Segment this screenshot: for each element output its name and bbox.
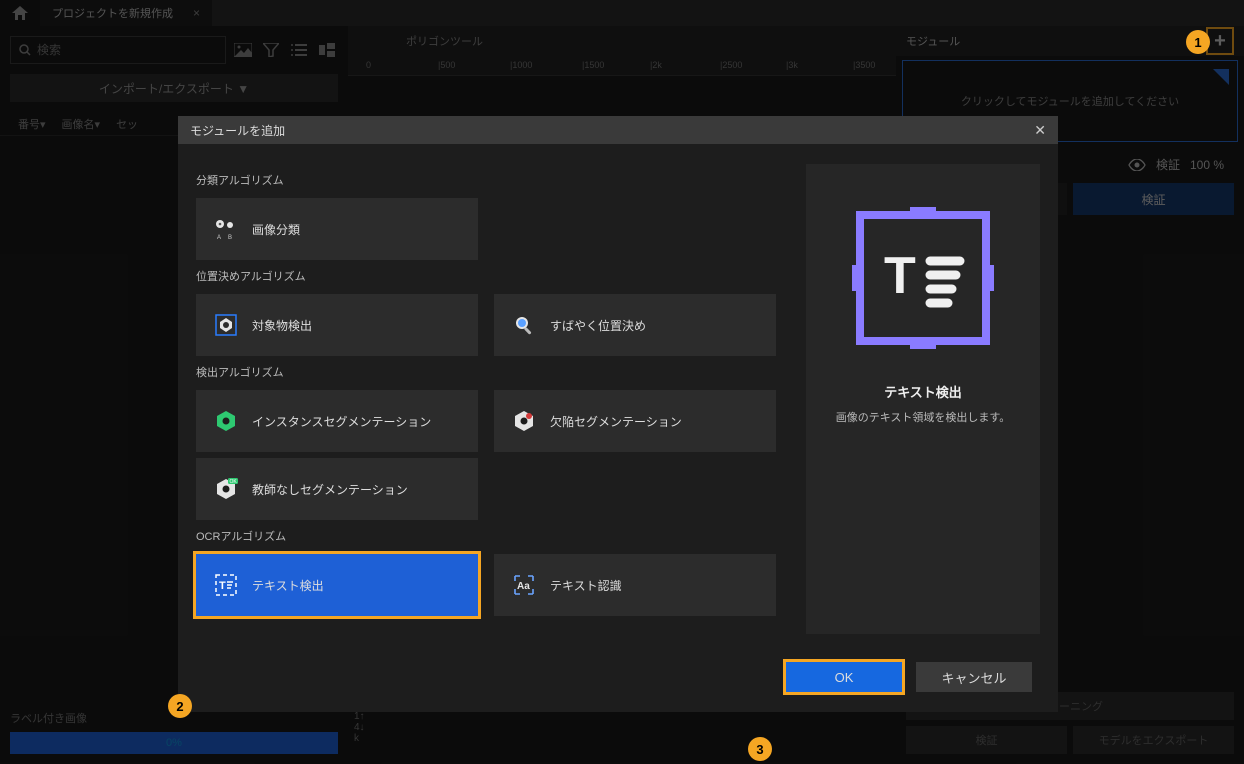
annotation-3: 3 (748, 737, 772, 761)
ok-button[interactable]: OK (786, 662, 902, 692)
card-label: すばやく位置決め (550, 317, 646, 334)
dialog-footer: OK キャンセル (178, 642, 1058, 712)
cancel-button[interactable]: キャンセル (916, 662, 1032, 692)
card-label: 画像分類 (252, 221, 300, 238)
annotation-1: 1 (1186, 30, 1210, 54)
card-defect-segmentation[interactable]: 欠陥セグメンテーション (494, 390, 776, 452)
preview-image: T (833, 188, 1013, 368)
text-recog-icon: Aa (510, 571, 538, 599)
svg-text:T: T (884, 247, 916, 305)
card-label: テキスト検出 (252, 577, 324, 594)
module-preview: T テキスト検出 画像のテキスト領域を検出します。 (806, 164, 1040, 634)
dialog-close-button[interactable]: ✕ (1034, 122, 1046, 139)
card-label: インスタンスセグメンテーション (252, 413, 431, 430)
screw-icon: AB (212, 215, 240, 243)
section-detection: 検出アルゴリズム (196, 364, 776, 380)
hex-defect-icon (510, 407, 538, 435)
svg-text:OK: OK (230, 479, 238, 485)
card-instance-segmentation[interactable]: インスタンスセグメンテーション (196, 390, 478, 452)
card-label: 教師なしセグメンテーション (252, 481, 408, 498)
card-image-classification[interactable]: AB 画像分類 (196, 198, 478, 260)
hex-ok-icon: OK (212, 475, 240, 503)
preview-description: 画像のテキスト領域を検出します。 (836, 409, 1011, 425)
dialog-body: 分類アルゴリズム AB 画像分類 位置決めアルゴリズム 対象物検出 (178, 144, 1058, 642)
card-unsupervised-segmentation[interactable]: OK 教師なしセグメンテーション (196, 458, 478, 520)
svg-text:A: A (217, 235, 221, 241)
svg-text:T: T (219, 580, 226, 592)
card-label: テキスト認識 (550, 577, 622, 594)
svg-text:B: B (228, 235, 232, 241)
hex-green-icon (212, 407, 240, 435)
section-positioning: 位置決めアルゴリズム (196, 268, 776, 284)
card-object-detection[interactable]: 対象物検出 (196, 294, 478, 356)
nut-detect-icon (212, 311, 240, 339)
svg-text:Aa: Aa (517, 581, 530, 592)
card-label: 欠陥セグメンテーション (550, 413, 682, 430)
preview-title: テキスト検出 (884, 382, 962, 401)
dialog-right-column: T テキスト検出 画像のテキスト領域を検出します。 (806, 164, 1040, 642)
section-ocr: OCRアルゴリズム (196, 528, 776, 544)
text-detect-icon: T (212, 571, 240, 599)
annotation-2: 2 (168, 694, 192, 718)
card-text-detection[interactable]: T テキスト検出 (196, 554, 478, 616)
magnifier-icon (510, 311, 538, 339)
dialog-left-column: 分類アルゴリズム AB 画像分類 位置決めアルゴリズム 対象物検出 (196, 164, 776, 642)
card-quick-positioning[interactable]: すばやく位置決め (494, 294, 776, 356)
add-module-dialog: モジュールを追加 ✕ 分類アルゴリズム AB 画像分類 位置決めアルゴリズム (178, 116, 1058, 712)
card-label: 対象物検出 (252, 317, 312, 334)
dialog-title: モジュールを追加 (190, 122, 285, 139)
dialog-titlebar: モジュールを追加 ✕ (178, 116, 1058, 144)
card-text-recognition[interactable]: Aa テキスト認識 (494, 554, 776, 616)
section-classification: 分類アルゴリズム (196, 172, 776, 188)
